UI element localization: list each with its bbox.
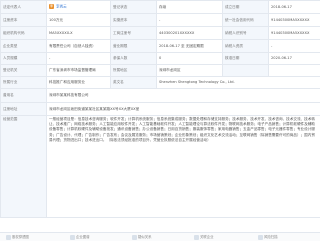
field-label: 登记状态 bbox=[111, 1, 157, 14]
field-label: 所属地区 bbox=[111, 65, 157, 77]
company-info-panel: 法定代表人 李李秀云 登记状态 存续 成立日期 2018-06-17 注册资本 … bbox=[0, 0, 320, 240]
table-row: 人员规模 - 参保人数 0 核准日期 2020-06-17 bbox=[1, 53, 320, 65]
field-label: 所属行业 bbox=[1, 77, 47, 89]
legal-rep-link[interactable]: 李秀云 bbox=[56, 5, 67, 9]
field-value: 有限责任公司（自然人独资） bbox=[47, 40, 111, 53]
field-label: 英文名 bbox=[111, 77, 157, 89]
former-name-value: 深圳市某某科技有限公司 bbox=[47, 89, 320, 103]
footer-item[interactable]: 风险扫描 bbox=[258, 234, 278, 240]
field-value: 0 bbox=[157, 53, 223, 65]
field-value: MA5XXXXX-X bbox=[47, 27, 111, 40]
field-label: 登记机关 bbox=[1, 65, 47, 77]
field-label: 营业期限 bbox=[111, 40, 157, 53]
field-value: 深圳市龙岗区 bbox=[157, 65, 223, 77]
field-value bbox=[269, 65, 320, 77]
avatar: 李 bbox=[49, 4, 54, 9]
table-row: 注册资本 100万元 实缴资本 - 统一社会信用代码 91440300MA5XX… bbox=[1, 14, 320, 27]
table-row: 注册地址 深圳市龙岗区坂田街道某某社区某某路XX号XX大厦XX室 bbox=[1, 103, 320, 116]
field-value: 2018-06-17 至 无固定期限 bbox=[157, 40, 223, 53]
field-label: 注册地址 bbox=[1, 103, 47, 116]
field-label: 注册资本 bbox=[1, 14, 47, 27]
equity-icon bbox=[6, 235, 11, 240]
field-label: 人员规模 bbox=[1, 53, 47, 65]
field-label: 核准日期 bbox=[223, 53, 269, 65]
field-value: 91440300MA5XXXXX bbox=[269, 14, 320, 27]
field-label bbox=[223, 65, 269, 77]
risk-icon bbox=[258, 235, 263, 240]
footer-item[interactable]: 疑似关系 bbox=[132, 234, 152, 240]
footer-item[interactable]: 关联企业 bbox=[194, 234, 214, 240]
business-info-table: 法定代表人 李李秀云 登记状态 存续 成立日期 2018-06-17 注册资本 … bbox=[0, 0, 320, 218]
table-row: 企业类型 有限责任公司（自然人独资） 营业期限 2018-06-17 至 无固定… bbox=[1, 40, 320, 53]
field-label: 企业类型 bbox=[1, 40, 47, 53]
table-row: 组织机构代码 MA5XXXXX-X 工商注册号 440300201XXXXXX … bbox=[1, 27, 320, 40]
field-label: 曾用名 bbox=[1, 89, 47, 103]
field-label: 成立日期 bbox=[223, 1, 269, 14]
field-label: 参保人数 bbox=[111, 53, 157, 65]
field-value: - bbox=[269, 40, 320, 53]
table-row: 法定代表人 李李秀云 登记状态 存续 成立日期 2018-06-17 bbox=[1, 1, 320, 14]
footer-item[interactable]: 股权穿透图 bbox=[6, 234, 29, 240]
address-value: 深圳市龙岗区坂田街道某某社区某某路XX号XX大厦XX室 bbox=[47, 103, 320, 116]
legal-rep-value[interactable]: 李李秀云 bbox=[47, 1, 111, 14]
relation-icon bbox=[132, 235, 137, 240]
field-label: 工商注册号 bbox=[111, 27, 157, 40]
field-value: 2018-06-17 bbox=[269, 1, 320, 14]
table-row: 曾用名 深圳市某某科技有限公司 bbox=[1, 89, 320, 103]
field-label: 经营范围 bbox=[1, 116, 47, 218]
field-label: 统一社会信用代码 bbox=[223, 14, 269, 27]
table-row: 经营范围 一般经营项目是：信息技术咨询服务；软件开发；计算机系统服务；信息系统集… bbox=[1, 116, 320, 218]
field-value: - bbox=[157, 14, 223, 27]
footer-item[interactable]: 企业图谱 bbox=[70, 234, 90, 240]
field-label: 纳税人资质 bbox=[223, 40, 269, 53]
field-label: 组织机构代码 bbox=[1, 27, 47, 40]
field-value: - bbox=[47, 53, 111, 65]
field-label: 纳税人识别号 bbox=[223, 27, 269, 40]
field-value: 2020-06-17 bbox=[269, 53, 320, 65]
field-value: 100万元 bbox=[47, 14, 111, 27]
table-row: 所属行业 科技推广和应用服务业 英文名 Shenzhen Shengtong T… bbox=[1, 77, 320, 89]
field-value: 科技推广和应用服务业 bbox=[47, 77, 111, 89]
field-value: 91440300MA5XXXXX bbox=[269, 27, 320, 40]
field-value: 广东省深圳市市场监督管理局 bbox=[47, 65, 111, 77]
field-label: 法定代表人 bbox=[1, 1, 47, 14]
company-icon bbox=[194, 235, 199, 240]
field-value: 存续 bbox=[157, 1, 223, 14]
english-name-value: Shenzhen Shengtong Technology Co., Ltd. bbox=[157, 77, 320, 89]
table-row: 登记机关 广东省深圳市市场监督管理局 所属地区 深圳市龙岗区 bbox=[1, 65, 320, 77]
business-scope-value: 一般经营项目是：信息技术咨询服务；软件开发；计算机系统服务；信息系统集成服务；数… bbox=[47, 116, 320, 218]
graph-icon bbox=[70, 235, 75, 240]
field-value: 440300201XXXXXX bbox=[157, 27, 223, 40]
field-label: 实缴资本 bbox=[111, 14, 157, 27]
